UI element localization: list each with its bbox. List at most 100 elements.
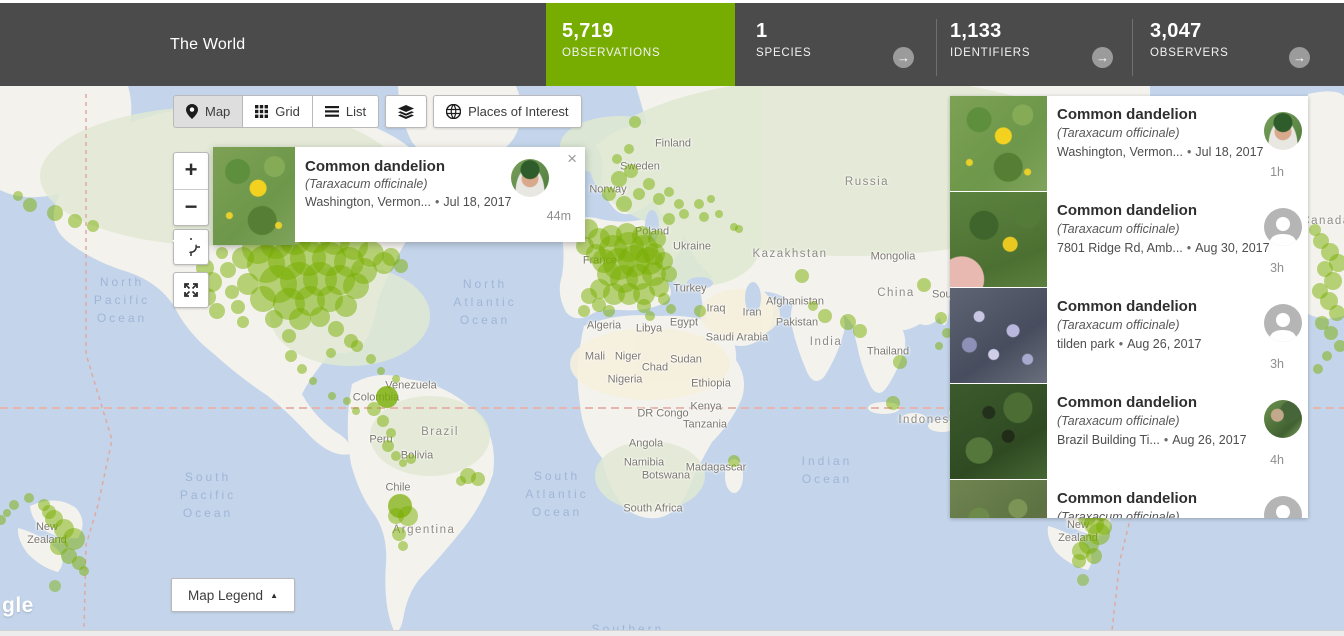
identifiers-arrow-icon[interactable]: → xyxy=(1092,47,1113,68)
observation-dot[interactable] xyxy=(388,508,404,524)
observation-dot[interactable] xyxy=(653,193,665,205)
species-arrow-icon[interactable]: → xyxy=(893,47,914,68)
observation-dot[interactable] xyxy=(399,459,407,467)
observation-dot[interactable] xyxy=(13,191,23,201)
observation-dot[interactable] xyxy=(1077,574,1089,586)
observation-dot[interactable] xyxy=(382,440,394,452)
tab-observers[interactable]: 3,047 OBSERVERS → xyxy=(1132,3,1344,86)
observation-dot[interactable] xyxy=(643,178,655,190)
observation-dot[interactable] xyxy=(840,314,856,330)
observation-title[interactable]: Common dandelion xyxy=(1057,106,1300,123)
popup-avatar[interactable] xyxy=(511,159,549,197)
observation-dot[interactable] xyxy=(3,509,11,517)
observation-dot[interactable] xyxy=(795,269,809,283)
observation-dot[interactable] xyxy=(391,451,401,461)
observation-title[interactable]: Common dandelion xyxy=(1057,298,1300,315)
observation-dot[interactable] xyxy=(661,266,677,282)
observations-sidebar[interactable]: Common dandelion (Taraxacum officinale) … xyxy=(950,96,1308,518)
observation-dot[interactable] xyxy=(917,278,931,292)
observation-dot[interactable] xyxy=(893,355,907,369)
observation-dot[interactable] xyxy=(1324,326,1338,340)
observation-dot[interactable] xyxy=(715,210,723,218)
observation-dot[interactable] xyxy=(603,305,615,317)
observation-dot[interactable] xyxy=(398,541,408,551)
observation-dot[interactable] xyxy=(297,364,307,374)
observation-dot[interactable] xyxy=(377,415,389,427)
observation-card[interactable]: Common dandelion (Taraxacum officinale) … xyxy=(950,288,1308,383)
observation-dot[interactable] xyxy=(699,212,709,222)
layers-button[interactable] xyxy=(385,95,427,128)
observation-dot[interactable] xyxy=(471,472,485,486)
observation-dot[interactable] xyxy=(79,566,89,576)
zoom-in-button[interactable]: + xyxy=(174,153,208,189)
observation-dot[interactable] xyxy=(629,116,641,128)
observation-dot[interactable] xyxy=(310,307,330,327)
observation-dot[interactable] xyxy=(664,187,674,197)
observation-dot[interactable] xyxy=(386,428,396,438)
observation-dot[interactable] xyxy=(616,196,632,212)
observation-dot[interactable] xyxy=(728,455,740,467)
observation-dot[interactable] xyxy=(231,300,245,314)
observation-dot[interactable] xyxy=(367,402,381,416)
observation-dot[interactable] xyxy=(209,303,225,319)
observation-photo[interactable] xyxy=(950,384,1047,479)
observation-dot[interactable] xyxy=(9,500,19,510)
observation-dot[interactable] xyxy=(679,209,689,219)
observation-dot[interactable] xyxy=(694,305,706,317)
list-view-button[interactable]: List xyxy=(312,95,379,128)
map-legend-button[interactable]: Map Legend ▲ xyxy=(171,578,295,612)
observers-arrow-icon[interactable]: → xyxy=(1289,47,1310,68)
observation-photo[interactable] xyxy=(950,96,1047,191)
observation-dot[interactable] xyxy=(406,454,416,464)
observation-dot[interactable] xyxy=(624,164,638,178)
tab-observations[interactable]: 5,719 OBSERVATIONS xyxy=(546,3,735,86)
observation-dot[interactable] xyxy=(232,247,254,269)
observation-dot[interactable] xyxy=(225,285,239,299)
observation-dot[interactable] xyxy=(637,299,651,313)
observation-dot[interactable] xyxy=(853,324,867,338)
observation-dot[interactable] xyxy=(935,342,943,350)
observation-photo[interactable] xyxy=(950,480,1047,518)
observation-dot[interactable] xyxy=(351,340,363,352)
observation-dot[interactable] xyxy=(694,199,704,209)
observation-dot[interactable] xyxy=(326,348,336,358)
observation-dot[interactable] xyxy=(1334,340,1344,352)
observation-dot[interactable] xyxy=(366,354,376,364)
observation-dot[interactable] xyxy=(648,230,666,248)
observation-dot[interactable] xyxy=(392,527,406,541)
observation-dot[interactable] xyxy=(24,493,34,503)
observation-dot[interactable] xyxy=(285,350,297,362)
observer-avatar[interactable] xyxy=(1264,400,1302,438)
observer-avatar[interactable] xyxy=(1264,208,1302,246)
observation-title[interactable]: Common dandelion xyxy=(1057,202,1300,219)
observation-dot[interactable] xyxy=(237,316,249,328)
places-of-interest-button[interactable]: Places of Interest xyxy=(433,95,581,128)
observation-dot[interactable] xyxy=(392,375,400,383)
observation-photo[interactable] xyxy=(950,192,1047,287)
tab-species[interactable]: 1 SPECIES → xyxy=(742,3,936,86)
observation-dot[interactable] xyxy=(624,144,634,154)
observation-dot[interactable] xyxy=(265,310,283,328)
observation-dot[interactable] xyxy=(49,580,61,592)
observation-card[interactable]: Common dandelion (Taraxacum officinale) … xyxy=(950,384,1308,479)
observation-dot[interactable] xyxy=(394,259,408,273)
observation-dot[interactable] xyxy=(328,321,344,337)
observation-dot[interactable] xyxy=(456,476,466,486)
observation-dot[interactable] xyxy=(352,407,360,415)
observation-dot[interactable] xyxy=(602,187,616,201)
observation-dot[interactable] xyxy=(309,377,317,385)
observation-dot[interactable] xyxy=(1313,364,1323,374)
popup-photo[interactable] xyxy=(213,147,295,245)
observation-card[interactable]: Common dandelion (Taraxacum officinale) xyxy=(950,480,1308,518)
world-map[interactable]: FinlandSwedenNorwayRussiaPolandUkraineKa… xyxy=(0,86,1344,630)
observation-dot[interactable] xyxy=(23,198,37,212)
observation-title[interactable]: Common dandelion xyxy=(1057,490,1300,507)
observation-dot[interactable] xyxy=(343,397,351,405)
observation-dot[interactable] xyxy=(645,311,655,321)
observation-dot[interactable] xyxy=(1096,519,1112,535)
observation-dot[interactable] xyxy=(377,367,385,375)
observation-dot[interactable] xyxy=(730,223,738,231)
observation-dot[interactable] xyxy=(289,308,311,330)
observation-popup[interactable]: Common dandelion (Taraxacum officinale) … xyxy=(213,147,585,245)
observation-dot[interactable] xyxy=(886,396,900,410)
